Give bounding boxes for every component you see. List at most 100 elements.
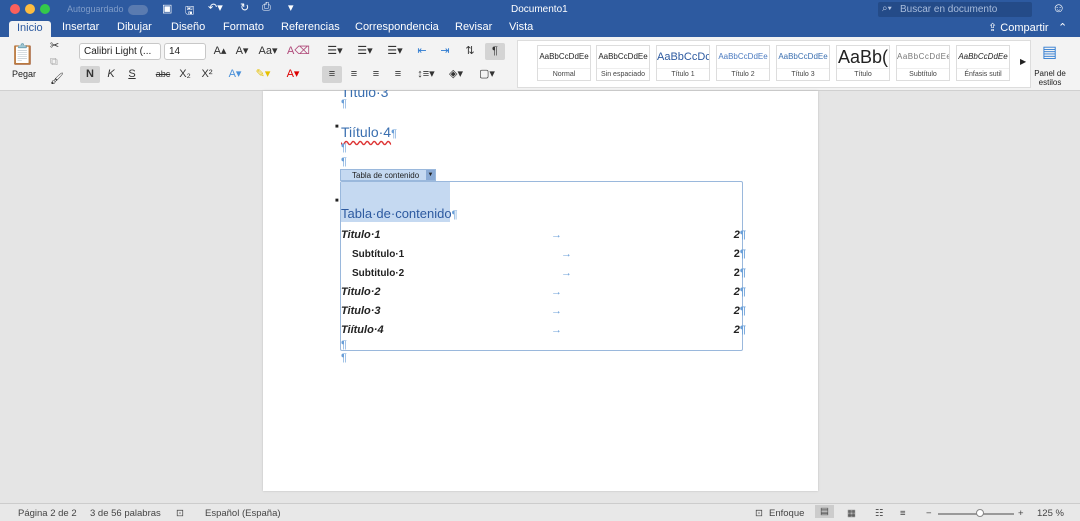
subscript-button[interactable]: X₂: [176, 66, 194, 83]
style-título-2[interactable]: AaBbCcDdEe Título 2: [716, 45, 770, 81]
increase-indent-icon[interactable]: ⇥: [435, 43, 455, 60]
style-subtítulo[interactable]: AaBbCcDdEe Subtítulo: [896, 45, 950, 81]
grow-font-icon[interactable]: A▴: [210, 43, 230, 60]
align-right-icon[interactable]: ≡: [366, 66, 386, 83]
toc-entry-text: Subtítulo·1: [352, 249, 405, 260]
sort-icon[interactable]: ⇅: [460, 43, 480, 60]
style-normal[interactable]: AaBbCcDdEe Normal: [537, 45, 591, 81]
superscript-button[interactable]: X²: [198, 66, 216, 83]
borders-icon[interactable]: ▢▾: [474, 66, 500, 83]
zoom-slider-handle[interactable]: [976, 509, 984, 517]
text-effects-icon[interactable]: A▾: [224, 66, 246, 83]
justify-icon[interactable]: ≡: [388, 66, 408, 83]
style-sin-espaciado[interactable]: AaBbCcDdEe Sin espaciado: [596, 45, 650, 81]
focus-button[interactable]: Enfoque: [769, 508, 804, 519]
style-énfasis-sutil[interactable]: AaBbCcDdEe Énfasis sutil: [956, 45, 1010, 81]
paste-icon[interactable]: 📋: [10, 42, 35, 67]
word-count[interactable]: 3 de 56 palabras: [90, 508, 161, 519]
toc-entry[interactable]: Titulo·3 → 2¶: [341, 305, 746, 317]
customize-toolbar-icon[interactable]: ▾: [288, 1, 294, 14]
smiley-feedback-icon[interactable]: ☺: [1052, 0, 1065, 15]
sidebar-icon[interactable]: ▣: [162, 2, 172, 15]
minimize-window-button[interactable]: [25, 4, 35, 14]
line-spacing-icon[interactable]: ↕≡▾: [413, 66, 439, 83]
change-case-icon[interactable]: Aa▾: [256, 43, 280, 60]
share-button[interactable]: ⇪ Compartir: [988, 21, 1049, 34]
ribbon-tabs: Inicio Insertar Dibujar Diseño Formato R…: [0, 19, 1080, 37]
heading-4-text[interactable]: Tiítulo·4¶: [341, 124, 397, 140]
styles-panel-label[interactable]: Panel de estilos: [1032, 69, 1068, 87]
pilcrow: ¶: [341, 98, 347, 110]
font-name-select[interactable]: Calibri Light (...: [79, 43, 161, 60]
style-label: Sin espaciado: [597, 68, 649, 81]
shading-icon[interactable]: ◈▾: [443, 66, 469, 83]
zoom-in-icon[interactable]: +: [1018, 508, 1024, 519]
toc-dropdown-icon[interactable]: ▼: [426, 170, 435, 180]
bold-button[interactable]: N: [80, 66, 100, 83]
styles-more-icon[interactable]: ▶: [1020, 57, 1026, 66]
clear-formatting-icon[interactable]: A⌫: [287, 43, 310, 60]
zoom-slider[interactable]: [938, 509, 1014, 517]
toc-entry[interactable]: Titulo·2 → 2¶: [341, 286, 746, 298]
tab-revisar[interactable]: Revisar: [455, 21, 492, 33]
print-icon[interactable]: ⎙: [262, 1, 271, 14]
underline-button[interactable]: S: [123, 66, 141, 83]
tab-insertar[interactable]: Insertar: [62, 21, 99, 33]
zoom-out-icon[interactable]: −: [926, 508, 932, 519]
show-formatting-button[interactable]: ¶: [485, 43, 505, 60]
strikethrough-button[interactable]: abc: [152, 66, 174, 83]
print-layout-view-icon[interactable]: ▤: [815, 505, 834, 518]
toc-content-control-tag[interactable]: Tabla de contenido ▼: [340, 169, 436, 181]
toc-entry[interactable]: Subtitulo·2 → 2¶: [341, 267, 746, 279]
undo-icon[interactable]: ↶▾: [208, 1, 223, 14]
language[interactable]: Español (España): [205, 508, 281, 519]
tab-inicio[interactable]: Inicio: [9, 21, 51, 37]
zoom-level[interactable]: 125 %: [1037, 508, 1064, 519]
toc-entry[interactable]: Titulo·1 → 2¶: [341, 229, 746, 241]
cut-icon[interactable]: ✂: [50, 39, 59, 52]
tab-dibujar[interactable]: Dibujar: [117, 21, 152, 33]
toc-page-number: 2¶: [733, 305, 746, 317]
italic-button[interactable]: K: [102, 66, 120, 83]
toc-entry[interactable]: Subtítulo·1 → 2¶: [341, 248, 746, 260]
autosave-toggle[interactable]: [128, 5, 148, 15]
copy-icon[interactable]: ⧉: [50, 56, 58, 69]
styles-panel-icon[interactable]: ▤: [1042, 42, 1057, 62]
format-painter-icon[interactable]: 🖌: [50, 72, 64, 85]
style-título-1[interactable]: AaBbCcDc Título 1: [656, 45, 710, 81]
style-título-3[interactable]: AaBbCcDdEe Título 3: [776, 45, 830, 81]
redo-icon[interactable]: ↻: [240, 1, 249, 14]
style-label: Título 1: [657, 68, 709, 81]
tab-diseno[interactable]: Diseño: [171, 21, 205, 33]
collapse-ribbon-icon[interactable]: ⌃: [1058, 21, 1067, 34]
outline-view-icon[interactable]: ☷: [875, 508, 884, 519]
font-size-select[interactable]: 14: [164, 43, 206, 60]
multilevel-list-icon[interactable]: ☰▾: [382, 43, 408, 60]
style-título[interactable]: AaBb(Título: [836, 45, 890, 81]
zoom-window-button[interactable]: [40, 4, 50, 14]
font-color-icon[interactable]: A▾: [282, 66, 304, 83]
toc-entry[interactable]: Tiítulo·4 → 2¶: [341, 324, 746, 336]
toc-page-number: 2¶: [733, 248, 746, 260]
tab-formato[interactable]: Formato: [223, 21, 264, 33]
toc-title[interactable]: Tabla·de·contenido¶: [341, 206, 458, 221]
proofing-icon[interactable]: ⊡: [176, 508, 184, 519]
highlight-icon[interactable]: ✎▾: [252, 66, 274, 83]
numbering-icon[interactable]: ☰▾: [352, 43, 378, 60]
bullets-icon[interactable]: ☰▾: [322, 43, 348, 60]
close-window-button[interactable]: [10, 4, 20, 14]
focus-icon[interactable]: ⊡: [755, 508, 763, 519]
web-layout-view-icon[interactable]: ▦: [847, 508, 856, 519]
align-left-icon[interactable]: ≡: [322, 66, 342, 83]
tab-referencias[interactable]: Referencias: [281, 21, 340, 33]
page-count[interactable]: Página 2 de 2: [18, 508, 77, 519]
search-input[interactable]: ⌕▾ Buscar en documento: [878, 2, 1032, 17]
shrink-font-icon[interactable]: A▾: [232, 43, 252, 60]
tab-correspondencia[interactable]: Correspondencia: [355, 21, 439, 33]
tab-vista[interactable]: Vista: [509, 21, 533, 33]
align-center-icon[interactable]: ≡: [344, 66, 364, 83]
draft-view-icon[interactable]: ≡: [900, 508, 906, 519]
paste-label[interactable]: Pegar: [12, 69, 36, 79]
decrease-indent-icon[interactable]: ⇤: [412, 43, 432, 60]
pilcrow: ¶: [341, 142, 347, 154]
